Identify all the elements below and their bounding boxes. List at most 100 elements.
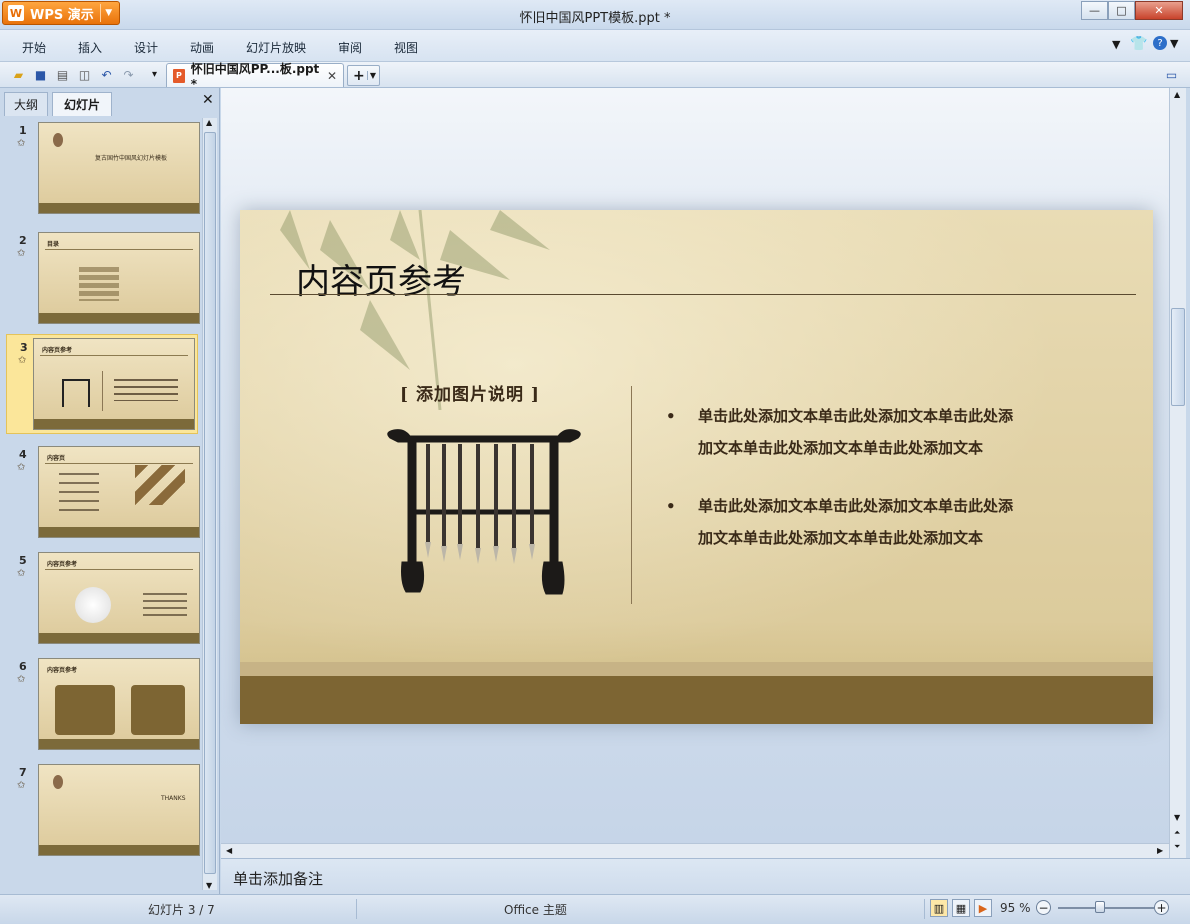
maximize-button[interactable]: □ <box>1108 1 1135 20</box>
scroll-left-icon[interactable]: ◀ <box>226 846 232 855</box>
slide-footer-band-light <box>240 662 1153 676</box>
thumbnail-image: 内容页参考 <box>38 658 200 750</box>
toolbar-dropdown-icon[interactable]: ▾ <box>146 66 163 83</box>
document-tab-label: 怀旧中国风PP...板.ppt * <box>190 62 320 91</box>
scroll-down-icon[interactable]: ▼ <box>206 881 212 890</box>
next-slide-icon[interactable]: ⏷ <box>1174 842 1180 852</box>
bullet-item[interactable]: 单击此处添加文本单击此处添加文本单击此处添 加文本单击此处添加文本单击此处添加文… <box>666 400 1100 464</box>
content-divider <box>631 386 632 604</box>
slide-title[interactable]: 内容页参考 <box>296 254 466 303</box>
undo-icon[interactable]: ↶ <box>98 66 115 83</box>
wps-app-menu-button[interactable]: W WPS 演示 ▼ <box>2 1 120 25</box>
slide-thumbnail-7[interactable]: 7 ✩ THANKS <box>6 760 200 860</box>
slide-footer-band-dark <box>240 676 1153 724</box>
scroll-down-icon[interactable]: ▼ <box>1174 813 1180 822</box>
scroll-up-icon[interactable]: ▲ <box>1174 90 1180 99</box>
editor-vertical-scrollbar[interactable]: ▲ ▼ ⏶ ⏷ <box>1169 88 1186 858</box>
menu-slideshow[interactable]: 幻灯片放映 <box>246 39 306 56</box>
panel-close-icon[interactable]: ✕ <box>202 92 214 108</box>
slide-thumbnail-4[interactable]: 4 ✩ 内容页 <box>6 442 200 542</box>
slide-position: 幻灯片 3 / 7 <box>148 903 215 917</box>
theme-name: Office 主题 <box>504 903 567 917</box>
menu-bar: 开始 插入 设计 动画 幻灯片放映 审阅 视图 ▼ 👕 ? ▼ <box>0 30 1190 62</box>
thumbnail-image: 内容页 <box>38 446 200 538</box>
title-underline <box>270 294 1136 295</box>
animation-star-icon: ✩ <box>17 674 26 685</box>
menu-view[interactable]: 视图 <box>394 39 418 56</box>
close-button[interactable]: ✕ <box>1135 1 1183 20</box>
chevron-down-icon[interactable]: ▼ <box>1170 37 1178 50</box>
zoom-in-button[interactable]: + <box>1154 900 1169 915</box>
slide-thumbnail-3[interactable]: 3 ✩ 内容页参考 <box>6 334 198 434</box>
minimize-button[interactable]: — <box>1081 1 1108 20</box>
thumbnail-scrollbar[interactable]: ▲ ▼ <box>202 118 217 890</box>
zoom-slider-handle[interactable] <box>1095 901 1105 913</box>
zoom-out-button[interactable]: − <box>1036 900 1051 915</box>
notes-pane[interactable]: 单击添加备注 <box>221 858 1190 894</box>
scroll-up-icon[interactable]: ▲ <box>206 118 212 127</box>
document-tab[interactable]: P 怀旧中国风PP...板.ppt * ✕ <box>166 62 344 91</box>
thumbnail-image: 目录 <box>38 232 200 324</box>
plus-icon: + <box>353 67 365 84</box>
print-preview-icon[interactable]: ◫ <box>76 66 93 83</box>
chevron-down-icon[interactable]: ▼ <box>366 71 376 80</box>
status-bar: 幻灯片 3 / 7 Office 主题 ▥ ▦ ▶ 95 % − + <box>0 894 1190 924</box>
previous-slide-icon[interactable]: ⏶ <box>1174 828 1180 838</box>
thumbnail-image: 复古国竹中国风幻灯片模板 <box>38 122 200 214</box>
slide[interactable]: 内容页参考 [ 添加图片说明 ] • 单击此处添加文本单击此处添加文本单击此处添… <box>240 210 1153 724</box>
animation-star-icon: ✩ <box>18 355 27 366</box>
quick-access-toolbar: ▰ ■ ▤ ◫ ↶ ↷ ▾ P 怀旧中国风PP...板.ppt * ✕ + ▼ … <box>0 62 1190 91</box>
bullet-item[interactable]: 单击此处添加文本单击此处添加文本单击此处添 加文本单击此处添加文本单击此处添加文… <box>666 490 1100 554</box>
animation-star-icon: ✩ <box>17 568 26 579</box>
chevron-down-icon[interactable]: ▼ <box>1112 38 1120 51</box>
lantern-icon <box>53 133 63 147</box>
panel-layout-icon[interactable]: ▭ <box>1163 66 1180 83</box>
thumbnail-image: 内容页参考 <box>33 338 195 430</box>
zoom-level: 95 % <box>1000 901 1031 915</box>
ppt-file-icon: P <box>173 68 185 83</box>
slide-sorter-view-icon[interactable]: ▦ <box>952 899 970 917</box>
close-tab-icon[interactable]: ✕ <box>327 69 337 83</box>
scrollbar-thumb[interactable] <box>204 132 216 874</box>
brush-rack-image[interactable] <box>380 422 588 602</box>
notes-placeholder[interactable]: 单击添加备注 <box>233 868 323 889</box>
slideshow-view-icon[interactable]: ▶ <box>974 899 992 917</box>
menu-insert[interactable]: 插入 <box>78 39 102 56</box>
scroll-right-icon[interactable]: ▶ <box>1157 846 1163 855</box>
app-name: WPS 演示 <box>30 7 94 23</box>
menu-animation[interactable]: 动画 <box>190 39 214 56</box>
title-bar: W WPS 演示 ▼ 怀旧中国风PPT模板.ppt * — □ ✕ <box>0 0 1190 30</box>
animation-star-icon: ✩ <box>17 780 26 791</box>
wps-logo-icon: W <box>8 5 24 21</box>
slide-thumbnail-1[interactable]: 1 ✩ 复古国竹中国风幻灯片模板 <box>6 118 200 218</box>
thumbnail-image: THANKS <box>38 764 200 856</box>
window-title: 怀旧中国风PPT模板.ppt * <box>519 11 671 26</box>
zoom-slider[interactable] <box>1058 907 1154 909</box>
thumbnail-image: 内容页参考 <box>38 552 200 644</box>
save-icon[interactable]: ■ <box>32 66 49 83</box>
tab-slides[interactable]: 幻灯片 <box>52 92 112 116</box>
menu-review[interactable]: 审阅 <box>338 39 362 56</box>
slide-thumbnail-5[interactable]: 5 ✩ 内容页参考 <box>6 548 200 648</box>
redo-icon[interactable]: ↷ <box>120 66 137 83</box>
animation-star-icon: ✩ <box>17 138 26 149</box>
open-icon[interactable]: ▰ <box>10 66 27 83</box>
menu-design[interactable]: 设计 <box>134 39 158 56</box>
lantern-icon <box>53 775 63 789</box>
normal-view-icon[interactable]: ▥ <box>930 899 948 917</box>
tab-outline[interactable]: 大纲 <box>4 92 48 116</box>
animation-star-icon: ✩ <box>17 248 26 259</box>
scrollbar-thumb[interactable] <box>1171 308 1185 406</box>
menu-home[interactable]: 开始 <box>22 39 46 56</box>
image-caption[interactable]: [ 添加图片说明 ] <box>400 380 540 405</box>
slide-thumbnail-6[interactable]: 6 ✩ 内容页参考 <box>6 654 200 754</box>
slide-thumbnails: 1 ✩ 复古国竹中国风幻灯片模板 2 ✩ 目录 3 ✩ 内容页参考 4 ✩ 内容… <box>0 118 202 890</box>
help-icon[interactable]: ? <box>1153 36 1167 50</box>
editor-horizontal-scrollbar[interactable]: ◀ ▶ <box>221 843 1169 858</box>
skin-shirt-icon[interactable]: 👕 <box>1130 36 1147 52</box>
print-icon[interactable]: ▤ <box>54 66 71 83</box>
animation-star-icon: ✩ <box>17 462 26 473</box>
new-tab-button[interactable]: + ▼ <box>347 65 380 86</box>
chevron-down-icon[interactable]: ▼ <box>101 8 117 18</box>
slide-thumbnail-2[interactable]: 2 ✩ 目录 <box>6 228 200 328</box>
